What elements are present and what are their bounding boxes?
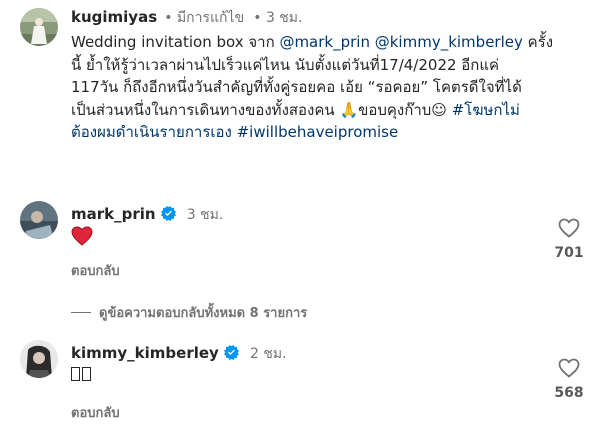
caption-line: ต้องผมดำเนินรายการเอง #iwillbehaveipromi…	[71, 121, 591, 144]
verified-badge-icon	[223, 345, 239, 360]
divider	[71, 312, 91, 313]
comment-text	[71, 366, 91, 384]
verified-badge-icon	[160, 206, 176, 221]
caption-line: 117วัน ก็ถึงอีกหนึ่งวันสำคัญที่ทั้งคู่รอ…	[71, 78, 522, 96]
missing-glyph-icon	[71, 367, 80, 381]
heart-outline-icon[interactable]	[557, 216, 581, 240]
comment-header: mark_prin 3 ชม.	[71, 204, 223, 226]
avatar-mark-prin[interactable]	[20, 201, 58, 239]
mention-kimmy-kimberley[interactable]: @kimmy_kimberley	[375, 33, 523, 51]
mention-mark-prin[interactable]: @mark_prin	[279, 33, 370, 51]
view-replies-label: ดูข้อความตอบกลับทั้งหมด 8 รายการ	[99, 306, 308, 321]
comment-username[interactable]: kimmy_kimberley	[71, 344, 219, 362]
view-replies-button[interactable]: ดูข้อความตอบกลับทั้งหมด 8 รายการ	[71, 302, 307, 323]
caption-timestamp[interactable]: • 3 ชม.	[253, 10, 302, 26]
caption-text: Wedding invitation box จาก @mark_prin @k…	[71, 31, 591, 144]
missing-glyph-icon	[82, 367, 91, 381]
caption-header: kugimiyas • มีการแก้ไข • 3 ชม.	[71, 7, 302, 29]
edited-label: • มีการแก้ไข	[164, 10, 245, 26]
caption-line: เป็นส่วนหนึ่งในการเดินทางของทั้งสองคน 🙏ข…	[71, 100, 520, 119]
heart-emoji-text	[71, 226, 93, 246]
reply-button[interactable]: ตอบกลับ	[71, 260, 120, 281]
caption-line: นี้ ย้ำให้รู้ว่าเวลาผ่านไปเร็วแค่ไหน นับ…	[71, 55, 500, 74]
comment-header: kimmy_kimberley 2 ชม.	[71, 343, 287, 365]
comment-timestamp[interactable]: 2 ชม.	[250, 346, 287, 362]
like-count: 568	[554, 385, 584, 401]
like-count: 701	[554, 245, 584, 261]
hashtag-link[interactable]: ต้องผมดำเนินรายการเอง #iwillbehaveipromi…	[71, 123, 398, 141]
avatar-kugimiyas[interactable]	[20, 8, 58, 46]
comment-username[interactable]: mark_prin	[71, 205, 156, 223]
avatar-kimmy-kimberley[interactable]	[20, 340, 58, 378]
caption-line: Wedding invitation box จาก @mark_prin @k…	[71, 33, 554, 51]
caption-username[interactable]: kugimiyas	[71, 8, 157, 26]
comment-timestamp[interactable]: 3 ชม.	[187, 207, 224, 223]
hashtag-link[interactable]: #โฆษกไม่	[452, 101, 520, 119]
heart-outline-icon[interactable]	[557, 356, 581, 380]
reply-button[interactable]: ตอบกลับ	[71, 402, 120, 423]
